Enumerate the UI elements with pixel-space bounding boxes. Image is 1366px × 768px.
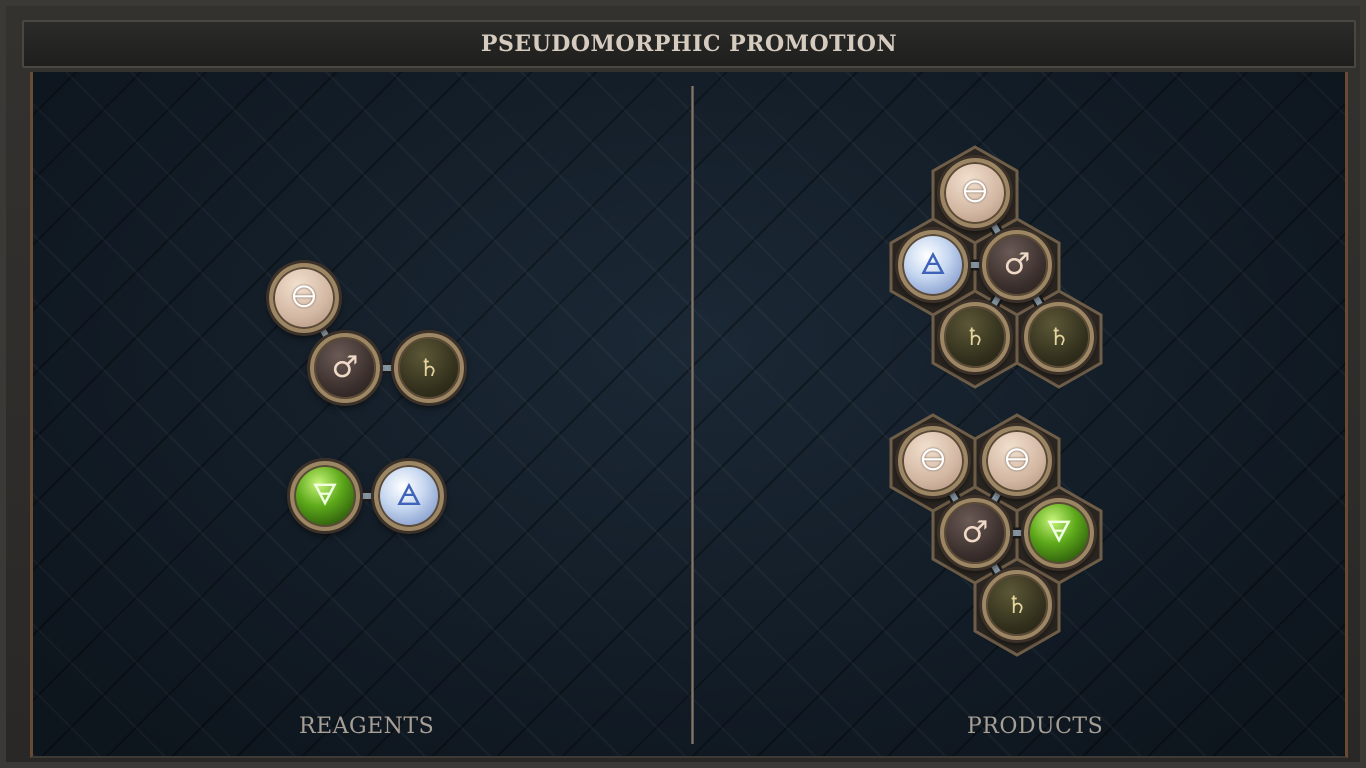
salt-icon: 🜔: [920, 443, 946, 478]
salt-atom[interactable]: 🜔: [982, 426, 1052, 496]
iron-icon: ♂: [961, 515, 989, 550]
salt-atom[interactable]: 🜔: [898, 426, 968, 496]
product-hex-layer: [889, 413, 1103, 657]
iron-atom[interactable]: ♂: [940, 498, 1010, 568]
earth-icon: 🜃: [1045, 515, 1073, 550]
puzzle-window: PSEUDOMORPHIC PROMOTION 🜔 ♂ ♄ 🜃 🜁 🜔 🜁 ♂ …: [0, 0, 1366, 768]
title-bar: PSEUDOMORPHIC PROMOTION: [22, 20, 1356, 68]
lead-atom[interactable]: ♄: [982, 570, 1052, 640]
product-molecule-2[interactable]: 🜔 🜔 ♂ 🜃 ♄: [33, 72, 1351, 672]
puzzle-title: PSEUDOMORPHIC PROMOTION: [480, 31, 898, 57]
puzzle-board: 🜔 ♂ ♄ 🜃 🜁 🜔 🜁 ♂ ♄ ♄ 🜔 🜔 ♂ 🜃 ♄ REAGENTS P…: [30, 72, 1348, 758]
lead-icon: ♄: [1006, 591, 1028, 619]
reagents-label: REAGENTS: [299, 714, 435, 739]
products-label: PRODUCTS: [967, 714, 1104, 739]
earth-atom[interactable]: 🜃: [1024, 498, 1094, 568]
salt-icon: 🜔: [1004, 443, 1030, 478]
